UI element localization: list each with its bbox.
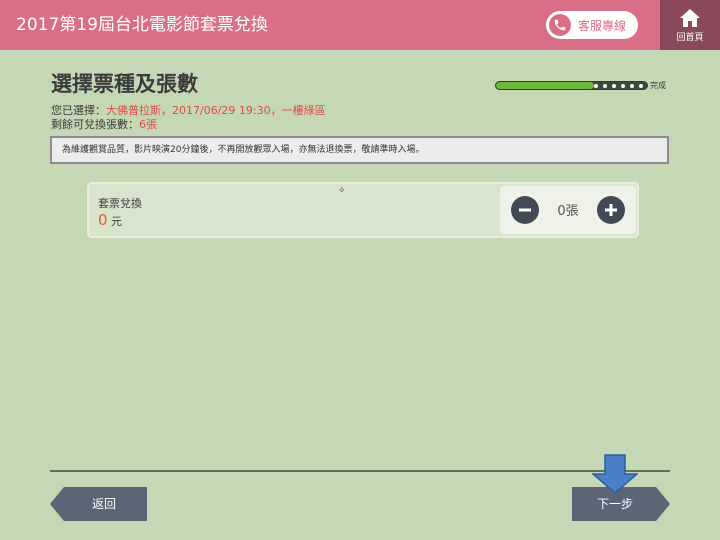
- page-title: 選擇票種及張數: [51, 72, 198, 96]
- sparkle-icon: ✧: [338, 186, 346, 196]
- customer-service-button[interactable]: 客服專線: [546, 11, 638, 39]
- customer-service-label: 客服專線: [578, 18, 627, 33]
- phone-icon: [549, 14, 571, 36]
- ticket-price-value: 0: [98, 211, 108, 229]
- home-label: 回首頁: [676, 32, 704, 43]
- app-title: 2017第19屆台北電影節套票兌換: [16, 15, 268, 35]
- notice-box: 為維護觀賞品質，影片映演20分鐘後，不再開放觀眾入場，亦無法退換票，敬請準時入場…: [50, 136, 669, 164]
- back-label: 返回: [92, 497, 117, 511]
- ticket-name: 套票兌換: [98, 197, 142, 210]
- progress-label: 完成: [650, 81, 666, 90]
- ticket-price-unit: 元: [111, 215, 123, 228]
- progress-fill: [496, 82, 595, 89]
- remaining-prefix: 剩餘可兌換張數：: [51, 118, 139, 131]
- top-header: 2017第19屆台北電影節套票兌換 客服專線 回首頁: [0, 0, 720, 50]
- home-icon: [680, 8, 700, 27]
- remaining-info: 剩餘可兌換張數：6張: [51, 116, 157, 132]
- ticket-row: 套票兌換 0 元 0張: [87, 182, 639, 238]
- quantity-value: 0張: [557, 204, 579, 219]
- home-button[interactable]: 回首頁: [660, 0, 720, 50]
- plus-icon: [605, 204, 617, 216]
- quantity-stepper: 0張: [500, 186, 636, 234]
- back-button[interactable]: 返回: [50, 487, 147, 521]
- minus-icon: [519, 208, 531, 212]
- progress-bar: [495, 81, 648, 90]
- remaining-value: 6張: [139, 118, 157, 131]
- footer-divider: [50, 470, 670, 472]
- decrease-button[interactable]: [511, 196, 539, 224]
- ticket-price: 0 元: [98, 211, 122, 229]
- increase-button[interactable]: [597, 196, 625, 224]
- progress-dots: [594, 84, 643, 89]
- down-arrow-icon: [592, 454, 638, 494]
